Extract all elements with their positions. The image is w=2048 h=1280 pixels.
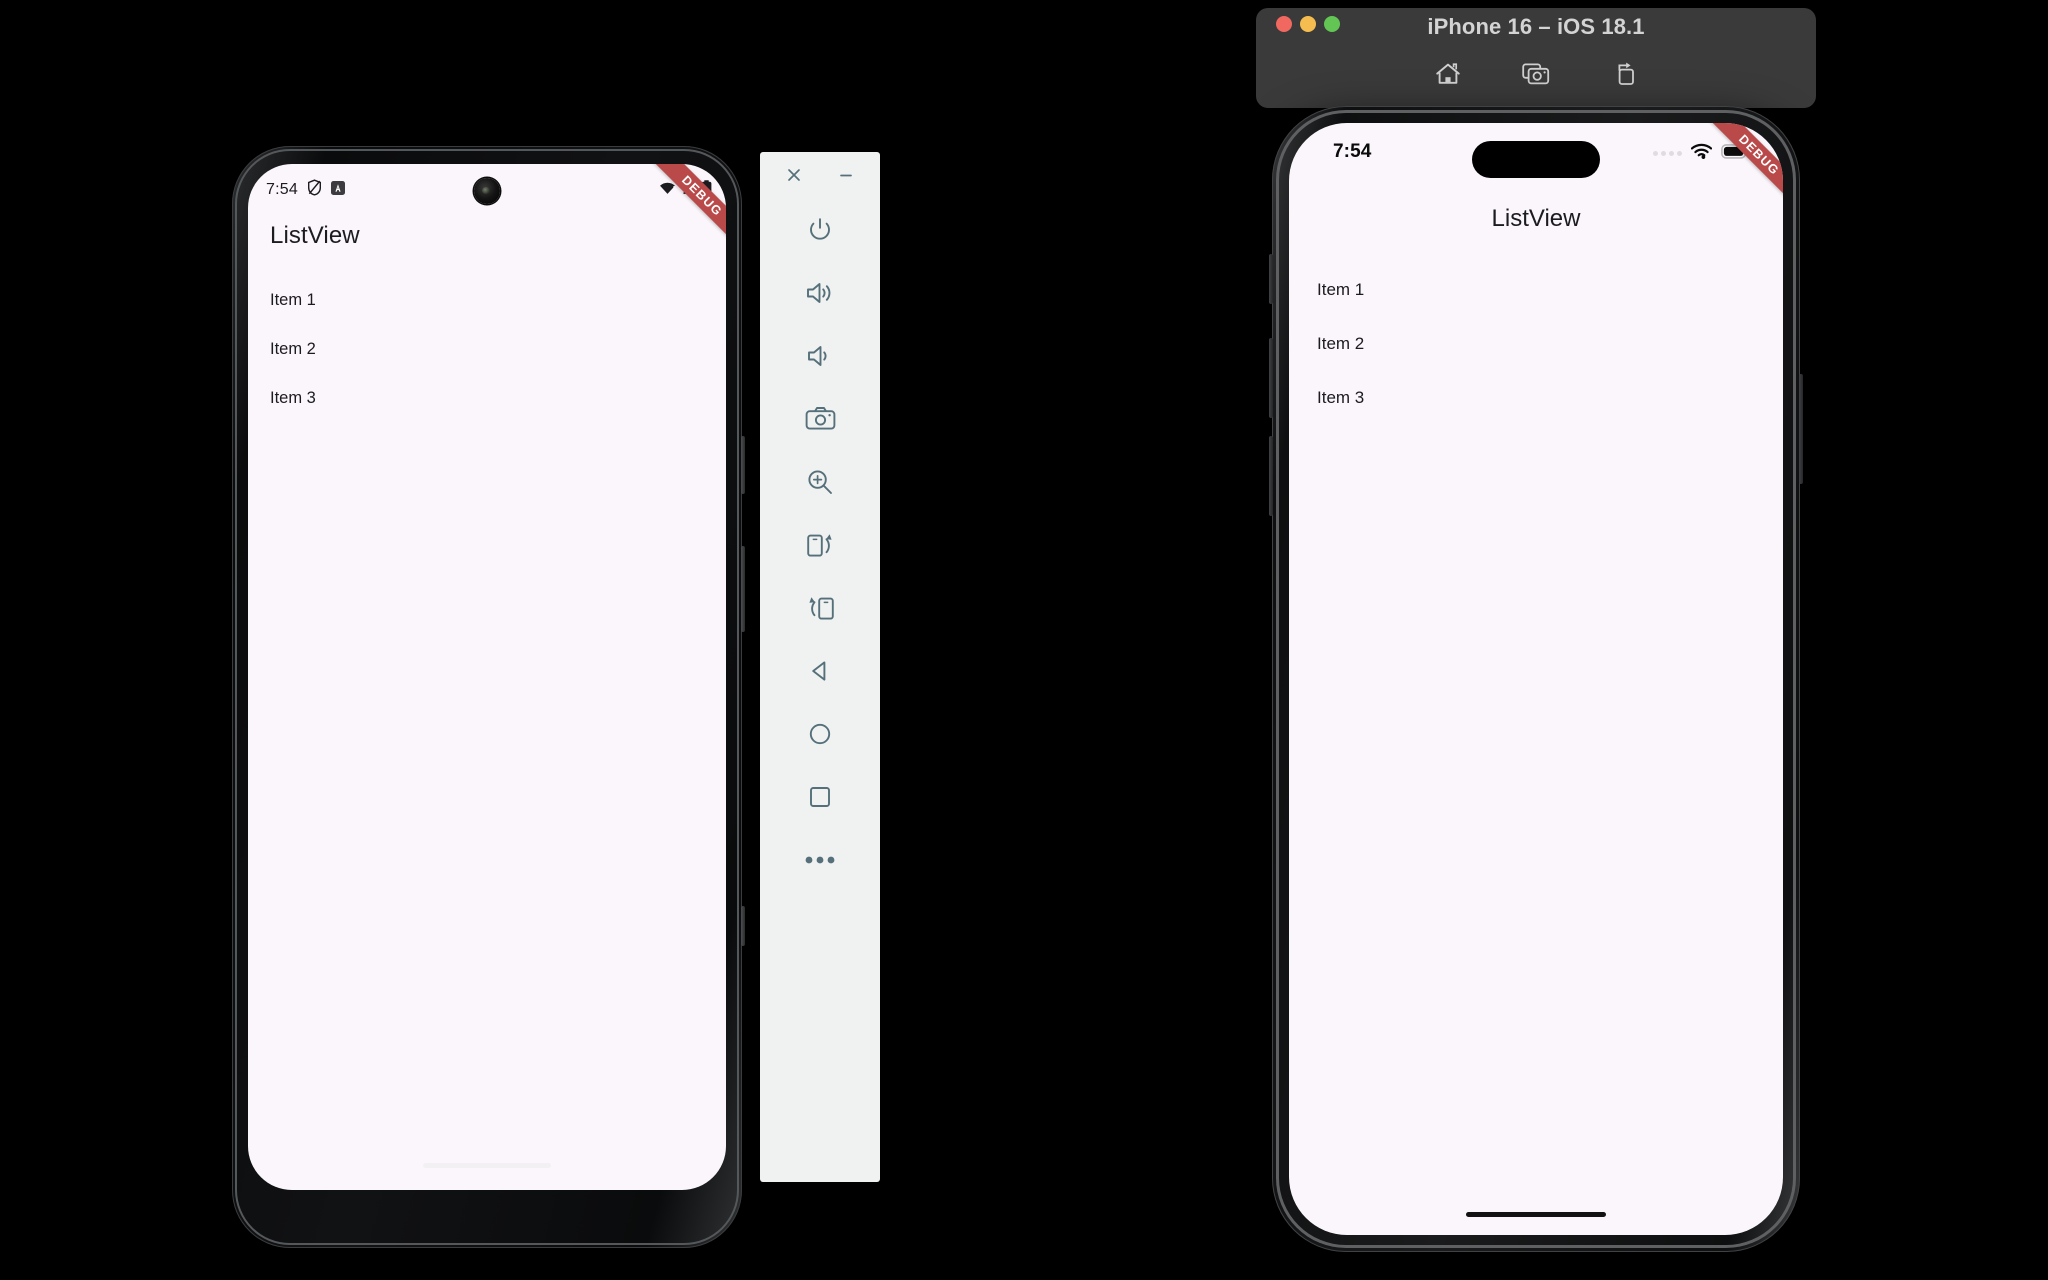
emulator-toolbar-buttons xyxy=(760,198,880,891)
cellular-dots-icon xyxy=(1653,151,1682,156)
wifi-alert-icon xyxy=(659,181,676,200)
android-app-title: ListView xyxy=(270,222,360,249)
android-listview[interactable]: Item 1 Item 2 Item 3 xyxy=(270,276,726,423)
volume-up-icon[interactable] xyxy=(788,261,852,324)
list-item[interactable]: Item 1 xyxy=(1317,263,1364,317)
emulator-toolbar-panel[interactable] xyxy=(760,152,880,1182)
iphone-screen[interactable]: 7:54 ListView Item 1 Item 2 Item 3 DEBUG xyxy=(1289,123,1783,1235)
home-circle-icon[interactable] xyxy=(788,702,852,765)
ios-home-indicator[interactable] xyxy=(1466,1212,1606,1217)
ios-simulator-titlebar: iPhone 16 – iOS 18.1 xyxy=(1256,8,1816,108)
zoom-in-icon[interactable] xyxy=(788,450,852,513)
ios-app-title: ListView xyxy=(1491,205,1581,232)
android-status-left: 7:54 xyxy=(266,179,345,201)
overview-square-icon[interactable] xyxy=(788,765,852,828)
more-dots-icon[interactable] xyxy=(788,828,852,891)
dynamic-island xyxy=(1472,141,1600,178)
ios-status-time: 7:54 xyxy=(1333,141,1372,162)
android-volume-down-button[interactable] xyxy=(741,906,745,946)
list-item[interactable]: Item 3 xyxy=(1317,371,1364,425)
cellular-signal-icon xyxy=(681,181,696,200)
list-item[interactable]: Item 2 xyxy=(1317,317,1364,371)
android-power-button[interactable] xyxy=(741,436,745,494)
ios-listview[interactable]: Item 1 Item 2 Item 3 xyxy=(1317,263,1364,425)
iphone-volume-up-button[interactable] xyxy=(1269,338,1273,418)
close-icon[interactable] xyxy=(781,162,807,188)
power-icon[interactable] xyxy=(788,198,852,261)
rotate-device-icon[interactable] xyxy=(1603,56,1645,92)
back-triangle-icon[interactable] xyxy=(788,639,852,702)
battery-icon xyxy=(1721,143,1749,164)
ios-status-right xyxy=(1653,143,1749,164)
android-status-time: 7:54 xyxy=(266,181,298,198)
android-gesture-home-indicator[interactable] xyxy=(423,1163,551,1168)
ios-simulator-toolbar xyxy=(1256,56,1816,92)
android-emulator-device[interactable]: 7:54 ListView Item 1 Item 2 Item 3 DEBUG xyxy=(232,146,745,1248)
volume-down-icon[interactable] xyxy=(788,324,852,387)
minimize-icon[interactable] xyxy=(833,162,859,188)
wifi-icon xyxy=(1690,143,1713,164)
android-studio-badge-icon xyxy=(330,180,345,200)
home-icon[interactable] xyxy=(1427,56,1469,92)
ios-simulator-title: iPhone 16 – iOS 18.1 xyxy=(1427,14,1645,39)
android-camera-cutout xyxy=(474,178,500,204)
iphone-volume-down-button[interactable] xyxy=(1269,436,1273,516)
iphone-device[interactable]: 7:54 ListView Item 1 Item 2 Item 3 DEBUG xyxy=(1269,106,1803,1252)
list-item[interactable]: Item 3 xyxy=(270,374,726,423)
list-item[interactable]: Item 1 xyxy=(270,276,726,325)
screenshot-root: 7:54 ListView Item 1 Item 2 Item 3 DEBUG… xyxy=(0,0,2048,1280)
iphone-power-button[interactable] xyxy=(1799,374,1803,484)
android-screen[interactable]: 7:54 ListView Item 1 Item 2 Item 3 DEBUG xyxy=(248,164,726,1190)
ios-simulator-window[interactable]: iPhone 16 – iOS 18.1 7:54 ListView Item … xyxy=(1256,8,1816,1270)
battery-icon xyxy=(701,179,712,201)
list-item[interactable]: Item 2 xyxy=(270,325,726,374)
android-status-right xyxy=(659,179,712,201)
rotate-left-icon[interactable] xyxy=(788,513,852,576)
android-volume-up-button[interactable] xyxy=(741,546,745,632)
rotate-right-icon[interactable] xyxy=(788,576,852,639)
emulator-toolbar-window-row xyxy=(760,152,880,198)
iphone-action-button[interactable] xyxy=(1269,254,1273,304)
shield-icon xyxy=(307,179,322,201)
camera-stack-icon[interactable] xyxy=(1515,56,1557,92)
camera-icon[interactable] xyxy=(788,387,852,450)
